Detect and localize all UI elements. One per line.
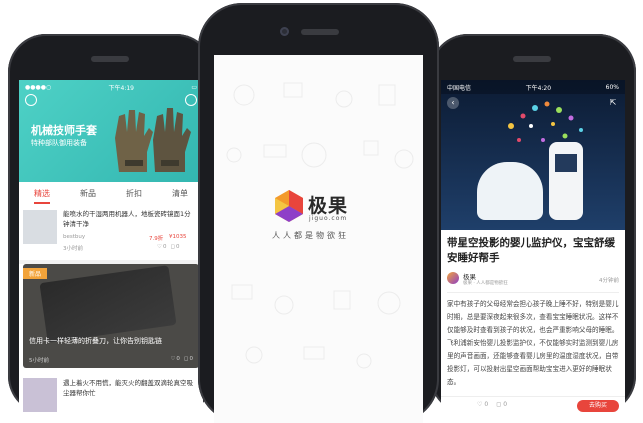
status-carrier: 中国电信 <box>447 84 472 92</box>
tab-list[interactable]: 清单 <box>172 188 188 204</box>
author-subtitle: 极果 · 人人都是物欲狂 <box>463 281 508 286</box>
brand-domain: jiguo.com <box>309 215 348 222</box>
knife-image <box>39 265 177 343</box>
item-time: 3小时前 <box>63 246 83 252</box>
brand-name: 极果 <box>308 195 349 217</box>
list-item[interactable]: 新品 信用卡一样轻薄的折叠刀，让你告别钥匙链 5小时前 ♡ 0 ◻ 0 <box>23 264 199 368</box>
tab-new[interactable]: 新品 <box>80 188 96 204</box>
tab-discount[interactable]: 折扣 <box>126 188 142 204</box>
projector-device <box>477 162 543 220</box>
center-phone-speaker <box>301 29 339 35</box>
left-phone: ●●●●○ 下午4:19 ▭ 机械技师手套 特种部队御用装备 精选 新品 折扣 … <box>8 34 214 414</box>
left-status-time: 下午4:19 <box>108 84 134 92</box>
article-title: 带星空投影的婴儿监护仪，宝宝舒缓安睡好帮手 <box>447 237 615 264</box>
item-title: 信用卡一样轻薄的折叠刀，让你告别钥匙链 <box>29 337 162 345</box>
comment-icon[interactable]: ◻ <box>184 356 189 362</box>
gloves-image <box>115 108 191 172</box>
article-body: 家中有孩子的父母经常会担心孩子晚上睡不好，特别是婴儿时期，总是要深夜起来很多次，… <box>447 300 619 386</box>
signal-icon: ●●●●○ <box>25 83 52 91</box>
new-badge: 新品 <box>23 268 48 279</box>
right-phone-screen: 中国电信 下午4:20 60% ‹ ⇱ 带星空投影的婴儿监护仪，宝宝舒缓安睡好帮… <box>441 80 625 414</box>
like-count: 0 <box>176 356 180 362</box>
comment-count: 0 <box>176 244 180 250</box>
comment-count: 0 <box>189 356 194 362</box>
banner-title: 机械技师手套 <box>31 124 97 137</box>
avatar[interactable] <box>447 272 459 284</box>
like-count: 0 <box>484 401 489 408</box>
item-stats: ♡ 0 ◻ 0 <box>170 356 193 362</box>
comment-count: 0 <box>503 401 508 408</box>
category-tabs: 精选 新品 折扣 清单 <box>19 182 203 205</box>
slogan: 人人都是物欲狂 <box>272 231 349 240</box>
monitor-screen <box>555 154 577 172</box>
list-item[interactable]: 能喷水的干湿两用机器人，地板瓷砖镜面1分钟清干净 bestbuy 3小时前 7.… <box>19 204 203 264</box>
right-phone: 中国电信 下午4:20 60% ‹ ⇱ 带星空投影的婴儿监护仪，宝宝舒缓安睡好帮… <box>430 34 636 414</box>
article-time: 4分钟前 <box>599 278 619 284</box>
banner-subtitle: 特种部队御用装备 <box>31 139 87 147</box>
left-status-bar: ●●●●○ 下午4:19 ▭ <box>19 80 203 94</box>
share-icon[interactable]: ⇱ <box>607 97 619 109</box>
item-title: 遇上着火不用慌，能灭火的翻盖双滴轮真空吸尘器帮你忙 <box>63 379 193 397</box>
item-price: ¥1035 <box>169 234 187 240</box>
item-stats: ♡ 0 ◻ 0 <box>157 244 180 250</box>
status-time: 下午4:20 <box>525 84 552 92</box>
list-item[interactable]: 遇上着火不用慌，能灭火的翻盖双滴轮真空吸尘器帮你忙 <box>19 372 203 414</box>
item-thumbnail <box>23 378 57 412</box>
buy-button[interactable]: 去购买 <box>577 400 619 412</box>
like-icon[interactable]: ♡ <box>477 401 482 408</box>
battery-icon: ▭ <box>191 83 197 91</box>
item-discount: 7.9折 <box>149 236 164 242</box>
item-thumbnail <box>23 210 57 244</box>
bottom-bar: ♡ 0 ◻ 0 去购买 <box>441 396 625 414</box>
jiguo-logo-icon <box>275 190 303 222</box>
comment-icon[interactable]: ◻ <box>170 244 175 250</box>
center-phone: 极果 jiguo.com 人人都是物欲狂 <box>198 3 439 423</box>
right-status-bar: 中国电信 下午4:20 60% <box>441 80 625 94</box>
monitor-device <box>549 142 583 220</box>
center-phone-screen: 极果 jiguo.com 人人都是物欲狂 <box>214 55 423 423</box>
banner[interactable]: ●●●●○ 下午4:19 ▭ 机械技师手套 特种部队御用装备 <box>19 80 203 182</box>
back-icon[interactable]: ‹ <box>447 97 459 109</box>
like-count: 0 <box>162 244 167 250</box>
item-time: 5小时前 <box>29 358 49 364</box>
like-icon[interactable]: ♡ <box>170 356 175 362</box>
like-icon[interactable]: ♡ <box>157 244 162 250</box>
right-phone-speaker <box>513 56 551 62</box>
tab-featured[interactable]: 精选 <box>34 188 50 204</box>
comment-icon[interactable]: ◻ <box>496 401 501 408</box>
divider <box>447 292 619 293</box>
left-phone-screen: ●●●●○ 下午4:19 ▭ 机械技师手套 特种部队御用装备 精选 新品 折扣 … <box>19 80 203 414</box>
status-battery: 60% <box>605 83 619 91</box>
item-title: 能喷水的干湿两用机器人，地板瓷砖镜面1分钟清干净 <box>63 210 191 228</box>
user-icon[interactable] <box>25 94 37 106</box>
star-projection-image <box>508 101 583 142</box>
item-source: bestbuy <box>63 234 86 240</box>
front-camera <box>280 27 289 36</box>
left-phone-speaker <box>91 56 129 62</box>
product-hero: 中国电信 下午4:20 60% ‹ ⇱ <box>441 80 625 230</box>
article-stats: ♡ 0 ◻ 0 <box>477 401 507 408</box>
